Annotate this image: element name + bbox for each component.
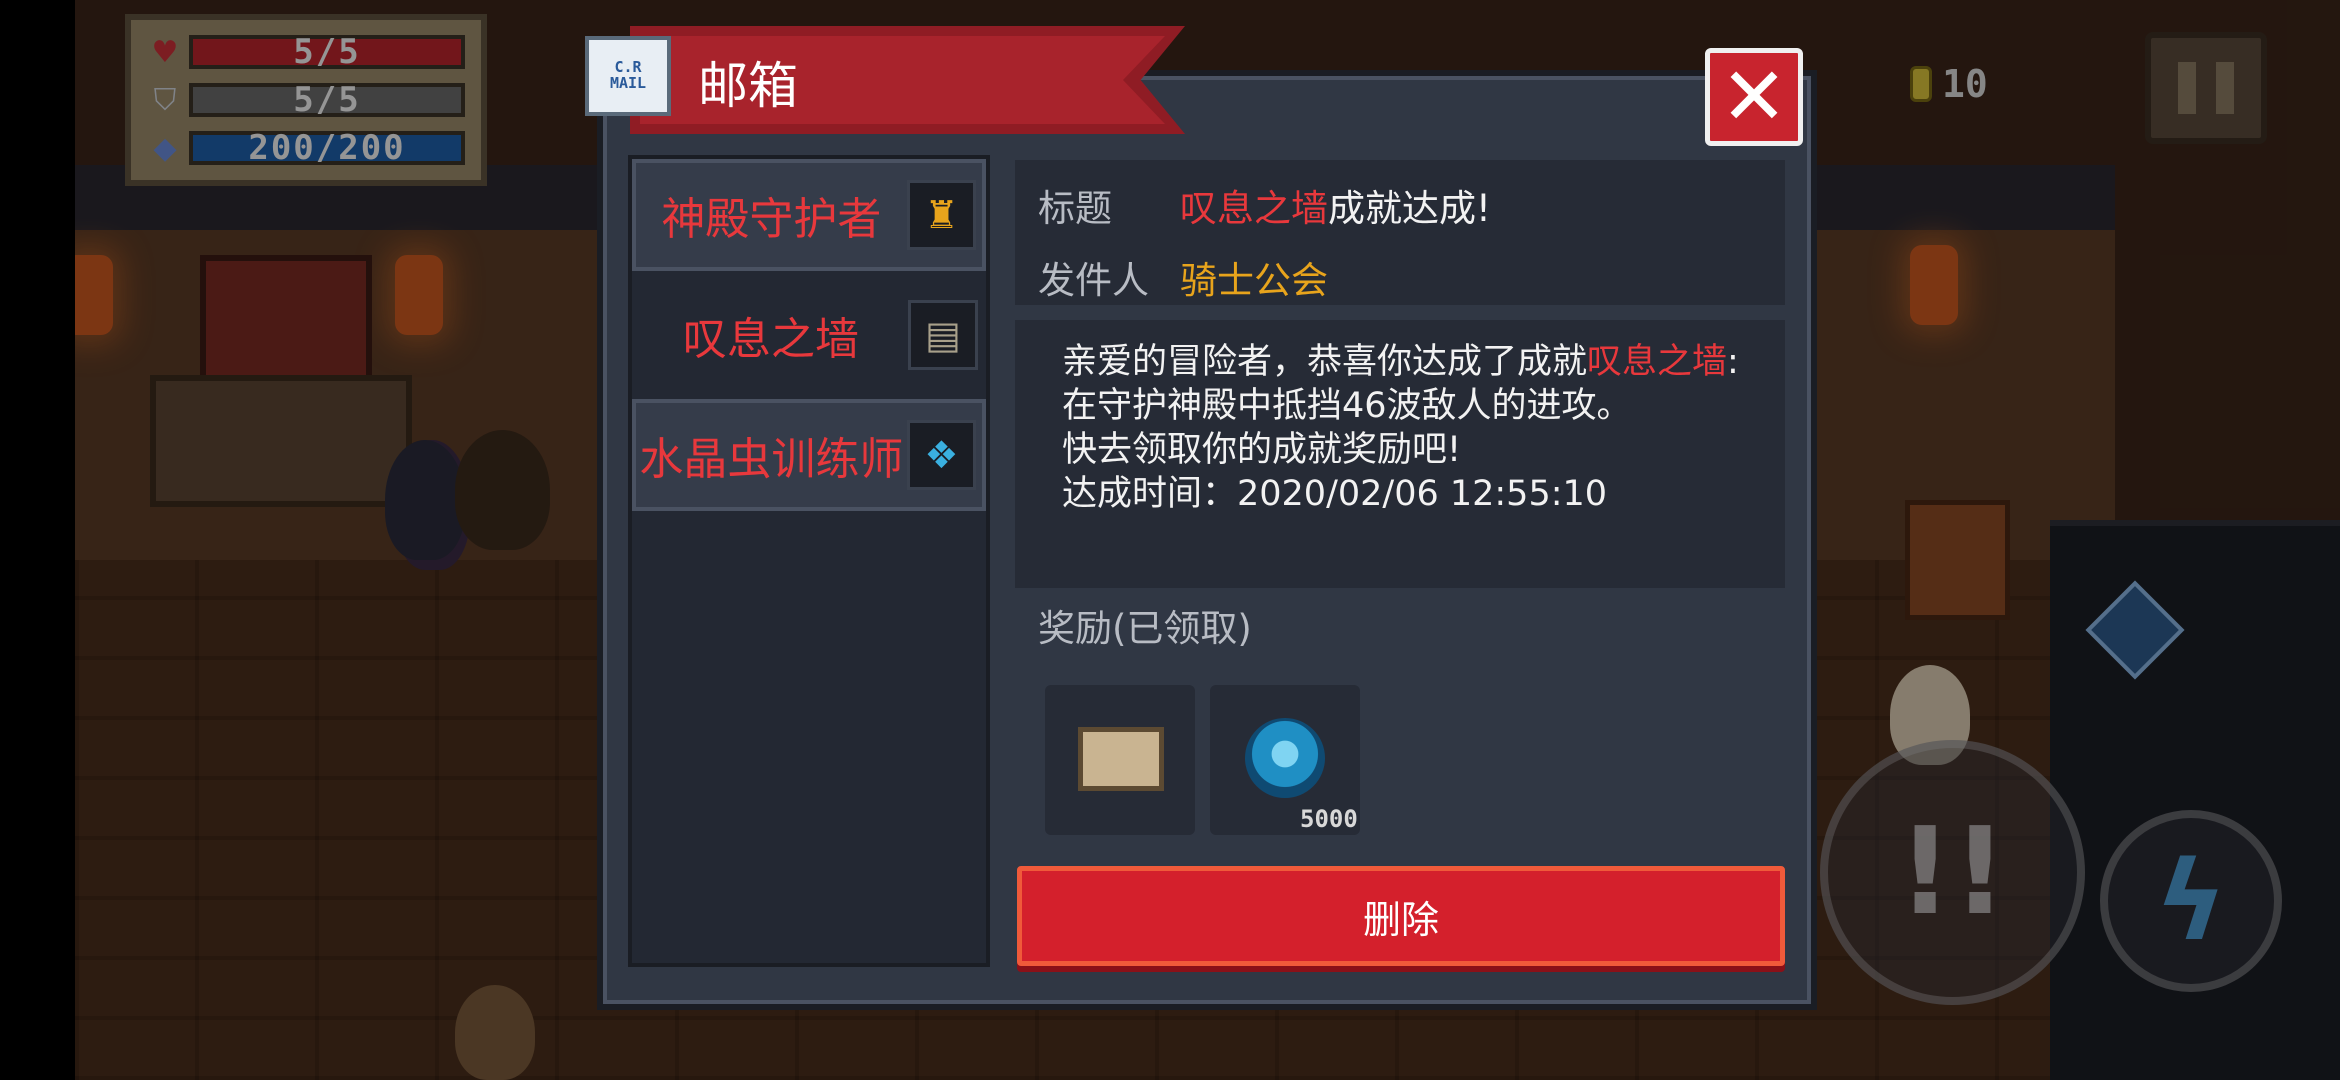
crystal-bug-icon: ❖	[906, 420, 976, 490]
subject-value: 叹息之墙成就达成!	[1180, 187, 1491, 230]
mail-item-wall-of-sighs[interactable]: 叹息之墙 ▤	[632, 279, 986, 391]
mail-list: 神殿守护者 ♜ 叹息之墙 ▤ 水晶虫训练师 ❖	[628, 155, 990, 967]
close-button[interactable]: ✕	[1705, 48, 1803, 146]
delete-button[interactable]: 删除	[1017, 866, 1785, 966]
scroll-icon	[1078, 727, 1164, 791]
wall-icon: ▤	[908, 300, 978, 370]
dialog-title: 邮箱	[698, 57, 798, 115]
mail-item-label: 水晶虫训练师	[639, 434, 904, 485]
reward-label: 奖励(已领取)	[1038, 607, 1252, 650]
mail-body-text: 亲爱的冒险者，恭喜你达成了成就叹息之墙:在守护神殿中抵挡46波敌人的进攻。 快去…	[1062, 342, 1739, 514]
subject-label: 标题	[1038, 187, 1112, 230]
sender-value: 骑士公会	[1180, 259, 1328, 302]
close-icon: ✕	[1720, 50, 1788, 143]
mail-icon: C.R MAIL	[585, 36, 671, 116]
gem-icon	[1245, 718, 1325, 798]
mail-item-temple-guardian[interactable]: 神殿守护者 ♜	[632, 159, 986, 271]
mail-item-label: 神殿守护者	[661, 194, 882, 245]
temple-guardian-icon: ♜	[906, 180, 976, 250]
mail-item-label: 叹息之墙	[683, 314, 859, 365]
sender-label: 发件人	[1038, 259, 1149, 302]
mail-item-crystal-bug-trainer[interactable]: 水晶虫训练师 ❖	[632, 399, 986, 511]
reward-quantity: 5000	[1300, 805, 1358, 833]
